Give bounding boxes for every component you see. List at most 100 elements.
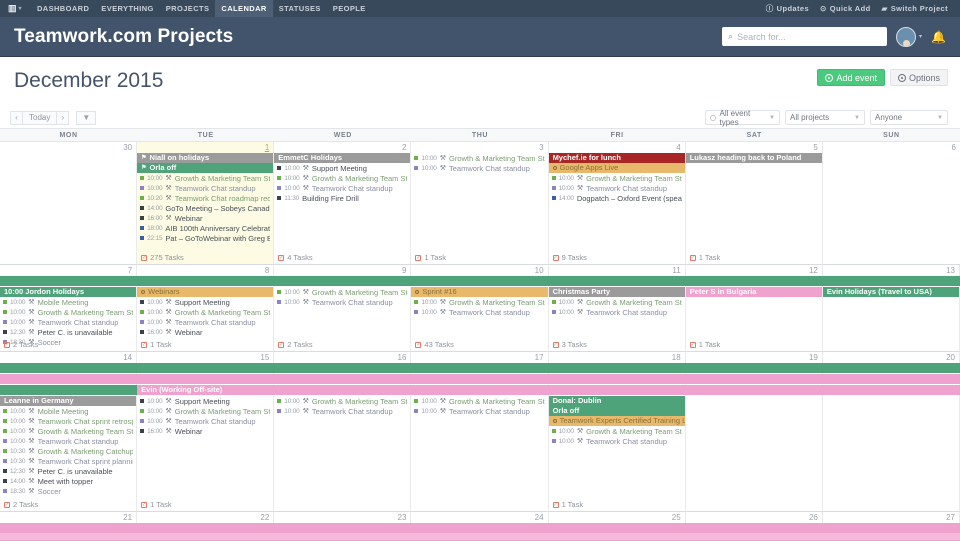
task-count[interactable]: ✓ 1 Task [141, 500, 172, 509]
calendar-event[interactable]: 10:00 ⚒ Teamwork Chat standup [411, 406, 547, 416]
task-count[interactable]: ✓ 275 Tasks [141, 253, 184, 262]
event-banner[interactable]: Orla off [548, 406, 685, 416]
task-count[interactable]: ✓ 1 Task [141, 340, 172, 349]
calendar-event[interactable]: 10:00⚒Growth & Marketing Team Standup [137, 173, 273, 183]
nav-item-projects[interactable]: PROJECTS [160, 0, 216, 17]
day-cell-6[interactable]: 6 [822, 142, 960, 265]
event-banner[interactable]: ⚑ Orla off [137, 163, 274, 173]
calendar-event[interactable]: 10:00⚒Growth & Marketing Team Standup [549, 426, 685, 436]
event-banner[interactable]: Peter S in Bulgaria [685, 287, 822, 297]
calendar-event[interactable]: 10:00⚒Growth & Marketing Team Standup [137, 307, 273, 317]
filter-event-types[interactable]: All event types ▼ [705, 109, 780, 127]
multi-day-event-bar[interactable] [0, 363, 960, 373]
calendar-event[interactable]: 10:00⚒Growth & Marketing Team Standup [0, 307, 136, 317]
calendar-event[interactable]: 16:00 ⚒ Webinar [137, 213, 273, 223]
updates-action[interactable]: ⓘ Updates [766, 4, 809, 13]
calendar-event[interactable]: 14:00 ⚒ Meet with topper [0, 476, 136, 486]
view-dropdown-button[interactable]: ▼ [76, 110, 97, 125]
calendar-event[interactable]: 12:30 ⚒ Peter C. is unavailable [0, 466, 136, 476]
event-banner[interactable]: Google Apps Live [548, 163, 685, 173]
user-menu[interactable]: ▾ [896, 26, 922, 47]
task-count[interactable]: ✓ 43 Tasks [415, 340, 454, 349]
options-button[interactable]: Options [889, 69, 948, 86]
calendar-event[interactable]: 10:00 ⚒ Teamwork Chat standup [137, 317, 273, 327]
calendar-event[interactable]: 16:00 ⚒ Webinar [137, 327, 273, 337]
calendar-event[interactable]: 10:00 ⚒ Teamwork Chat standup [274, 297, 410, 307]
calendar-event[interactable]: 10:00⚒Growth & Marketing Team Standup [411, 297, 547, 307]
calendar-event[interactable]: 10:00⚒Growth & Marketing Team Standup [274, 396, 410, 406]
add-event-button[interactable]: Add event [817, 69, 885, 86]
quick-add-action[interactable]: ⊙ Quick Add [820, 4, 871, 13]
multi-day-event-bar[interactable] [0, 385, 138, 395]
calendar-event[interactable]: 10:00 ⚒ Mobile Meeting [0, 297, 136, 307]
calendar-event[interactable]: 14:00GoTo Meeting – Sobeys Canada – Ente… [137, 203, 273, 213]
calendar-event[interactable]: 10:30 ⚒ Teamwork Chat sprint planning [0, 456, 136, 466]
calendar-event[interactable]: 10:00 ⚒ Teamwork Chat standup [0, 436, 136, 446]
event-banner[interactable]: Lukasz heading back to Poland [685, 153, 822, 163]
calendar-event[interactable]: 10:00 ⚒ Teamwork Chat standup [137, 416, 273, 426]
event-banner[interactable]: 10:00 Jordon Holidays [0, 287, 137, 297]
task-count[interactable]: ✓ 1 Task [552, 500, 583, 509]
calendar-event[interactable]: 10:00 ⚒ Teamwork Chat standup [274, 406, 410, 416]
filter-projects[interactable]: All projects ▼ [785, 110, 865, 125]
event-banner[interactable]: Webinars [137, 287, 274, 297]
switch-project-action[interactable]: ▰ Switch Project [882, 4, 948, 13]
search-box[interactable]: ⌕ [722, 27, 888, 46]
calendar-event[interactable]: 10:00⚒Growth & Marketing Team Standup [411, 153, 547, 163]
task-count[interactable]: ✓ 1 Task [415, 253, 446, 262]
calendar-event[interactable]: 11:30 Building Fire Drill [274, 193, 410, 203]
calendar-event[interactable]: 10:00 ⚒ Support Meeting [137, 396, 273, 406]
calendar-event[interactable]: 18:00AIB 100th Anniversary Celebrations [137, 223, 273, 233]
bell-icon[interactable]: 🔔 [931, 30, 946, 44]
calendar-event[interactable]: 10:00 ⚒ Support Meeting [274, 163, 410, 173]
task-count[interactable]: ✓ 1 Task [689, 340, 720, 349]
app-logo[interactable]: ▥ ▾ [8, 3, 22, 14]
calendar-event[interactable]: 10:00⚒Growth & Marketing Team Standup [274, 173, 410, 183]
calendar-event[interactable]: 10:00 ⚒ Teamwork Chat standup [549, 307, 685, 317]
day-cell-4[interactable]: 4 Mychef.ie for lunch Google Apps Live 10:0… [548, 142, 686, 265]
calendar-event[interactable]: 12:30 ⚒ Peter C. is unavailable [0, 327, 136, 337]
multi-day-event-bar[interactable] [0, 523, 960, 533]
calendar-event[interactable]: 16:00 ⚒ Webinar [137, 426, 273, 436]
task-count[interactable]: ✓ 2 Tasks [4, 500, 38, 509]
calendar-event[interactable]: 18:30 ⚒ Soccer [0, 486, 136, 496]
event-banner[interactable]: Donal: Dublin [548, 396, 685, 406]
calendar-event[interactable]: 10:00 ⚒ Support Meeting [137, 297, 273, 307]
nav-item-statuses[interactable]: STATUSES [273, 0, 327, 17]
nav-item-calendar[interactable]: CALENDAR [215, 0, 273, 17]
search-input[interactable] [737, 31, 882, 42]
task-count[interactable]: ✓ 3 Tasks [552, 340, 587, 349]
event-banner[interactable]: Leanne in Germany [0, 396, 137, 406]
event-banner[interactable]: Mychef.ie for lunch [548, 153, 685, 163]
avatar[interactable] [896, 26, 917, 47]
calendar-event[interactable]: 10:00 ⚒ Teamwork Chat standup [0, 317, 136, 327]
calendar-event[interactable]: 10:00⚒Growth & Marketing Team Standup [549, 297, 685, 307]
event-banner[interactable]: EmmetC Holidays [274, 153, 411, 163]
calendar-event[interactable]: 22:15 Pat – GoToWebinar with Greg Bair [137, 233, 273, 243]
calendar-event[interactable]: 10:00 ⚒ Teamwork Chat standup [274, 183, 410, 193]
event-banner[interactable]: ⚑ Niall on holidays [137, 153, 274, 163]
day-cell-1[interactable]: 1 ⚑ Niall on holidays ⚑ Orla off 10:00 ⚒ Growth… [137, 142, 275, 265]
calendar-event[interactable]: 10:00⚒Teamwork Chat sprint retrospective [0, 416, 136, 426]
calendar-event[interactable]: 10:00 ⚒ Teamwork Chat standup [411, 307, 547, 317]
calendar-event[interactable]: 10:30 ⚒ Growth & Marketing Catchup [0, 446, 136, 456]
calendar-event[interactable]: 10:00⚒Growth & Marketing Team Standup [549, 173, 685, 183]
day-cell-3[interactable]: 310:00⚒Growth & Marketing Team Standup10… [411, 142, 549, 265]
calendar-event[interactable]: 10:00⚒Growth & Marketing Team Standup [0, 426, 136, 436]
calendar-event[interactable]: 10:00 ⚒ Teamwork Chat standup [411, 163, 547, 173]
calendar-event[interactable]: 10:00⚒Growth & Marketing Team Standup [137, 406, 273, 416]
task-count[interactable]: ✓ 9 Tasks [552, 253, 587, 262]
day-cell-5[interactable]: 5 Lukasz heading back to Poland ✓ 1 Task [685, 142, 823, 265]
nav-item-people[interactable]: PEOPLE [327, 0, 372, 17]
prev-month-button[interactable]: ‹ [10, 110, 23, 125]
calendar-event[interactable]: 10:00 ⚒ Teamwork Chat standup [549, 183, 685, 193]
multi-day-event-bar[interactable] [0, 276, 960, 286]
today-button[interactable]: Today [23, 110, 57, 125]
nav-item-everything[interactable]: EVERYTHING [95, 0, 159, 17]
nav-item-dashboard[interactable]: DASHBOARD [31, 0, 95, 17]
next-month-button[interactable]: › [56, 110, 70, 125]
calendar-event[interactable]: 14:00Dogpatch – Oxford Event (speaking) [549, 193, 685, 203]
task-count[interactable]: ✓ 2 Tasks [278, 340, 313, 349]
day-cell-30[interactable]: 30 [0, 142, 138, 265]
calendar-event[interactable]: 10:00 ⚒ Teamwork Chat standup [137, 183, 273, 193]
